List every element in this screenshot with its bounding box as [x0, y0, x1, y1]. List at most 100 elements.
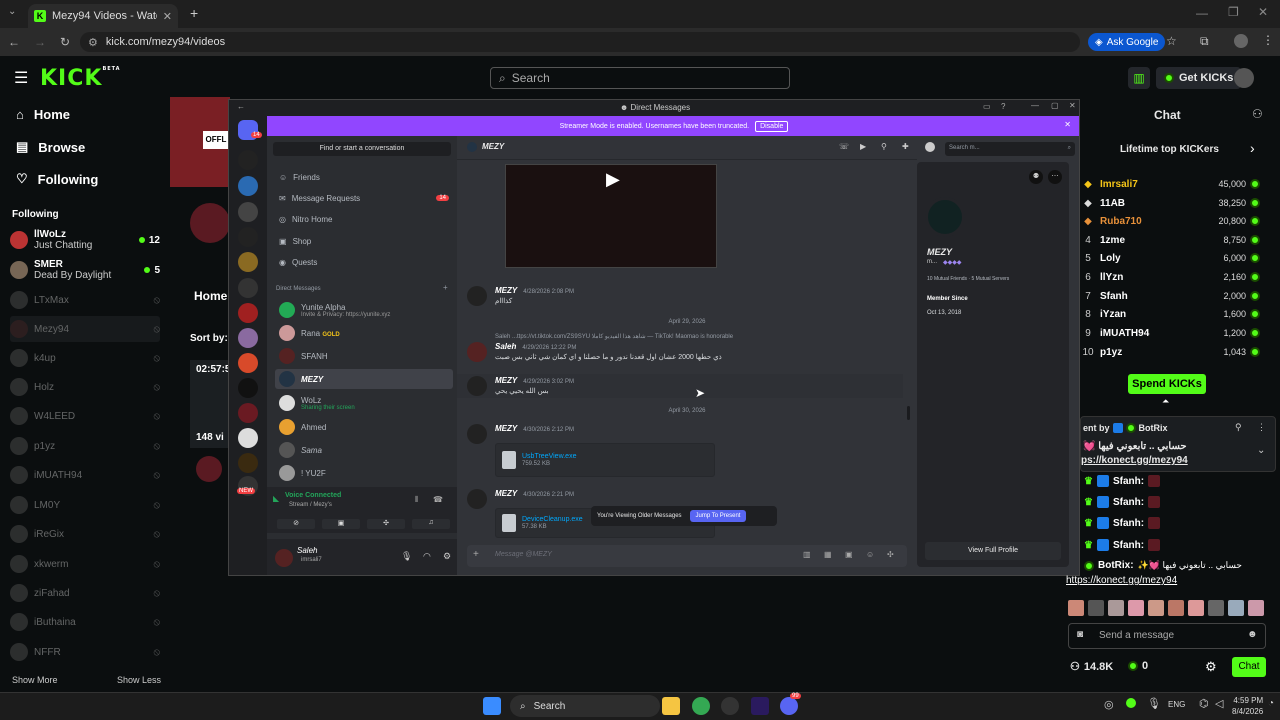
- following-item[interactable]: SMER Dead By Daylight 5: [10, 257, 160, 283]
- bookmark-star-icon[interactable]: ☆: [1166, 34, 1177, 48]
- mutual-friends[interactable]: 10 Mutual Friends · 5 Mutual Servers: [927, 276, 1009, 282]
- chat-user[interactable]: Sfanh:: [1113, 540, 1144, 551]
- chat-user[interactable]: Sfanh:: [1113, 476, 1144, 487]
- microphone-icon[interactable]: 🎙: [1147, 697, 1161, 710]
- leaderboard-row[interactable]: ◆ 11AB 38,250: [1080, 194, 1260, 212]
- leaderboard-row[interactable]: 9 iMUATH94 1,200: [1080, 324, 1260, 342]
- spend-kicks-button[interactable]: Spend KICKs: [1128, 374, 1206, 394]
- dm-item[interactable]: Rana GOLD: [275, 323, 453, 343]
- address-bar[interactable]: ⚙ kick.com/mezy94/videos: [80, 32, 1080, 52]
- user-avatar[interactable]: [1234, 68, 1254, 88]
- server-icon[interactable]: [238, 303, 258, 323]
- dm-item[interactable]: SFANH: [275, 346, 453, 366]
- disconnect-icon[interactable]: ☎: [433, 495, 443, 504]
- following-item-offline[interactable]: LM0Y ⦸: [10, 492, 160, 518]
- bot-link[interactable]: https://konect.gg/mezy94: [1066, 575, 1177, 586]
- server-icon[interactable]: [238, 278, 258, 298]
- camera-off-button[interactable]: ⊘: [277, 519, 315, 529]
- following-item-offline[interactable]: iReGix ⦸: [10, 521, 160, 547]
- server-icon[interactable]: [238, 150, 258, 170]
- gift-icon[interactable]: ▥: [803, 550, 811, 559]
- emote-icon[interactable]: [1068, 600, 1084, 616]
- tab-list-icon[interactable]: ⌄: [8, 6, 16, 17]
- app-icon[interactable]: [721, 697, 739, 715]
- user-avatar[interactable]: [275, 549, 293, 567]
- server-icon[interactable]: [238, 403, 258, 423]
- chat-user[interactable]: Sfanh:: [1113, 518, 1144, 529]
- file-name[interactable]: UsbTreeView.exe: [522, 453, 576, 460]
- browser-menu-icon[interactable]: ⋮: [1262, 33, 1274, 47]
- dm-item-selected[interactable]: MEZY: [275, 369, 453, 389]
- profile-toggle-icon[interactable]: [925, 142, 935, 152]
- discord-taskbar-icon[interactable]: [780, 697, 798, 715]
- emote-icon[interactable]: [1188, 600, 1204, 616]
- nitro-home-item[interactable]: ◎ Nitro Home: [275, 209, 453, 229]
- video-thumbnail[interactable]: 02:57:5 148 vi: [190, 360, 230, 448]
- screen-share-button[interactable]: ▣: [322, 519, 360, 529]
- kick-search-input[interactable]: ⌕ Search: [490, 67, 790, 89]
- restore-icon[interactable]: ❐: [1228, 5, 1239, 19]
- friends-item[interactable]: ☺ Friends: [275, 167, 453, 187]
- forward-icon[interactable]: →: [34, 35, 46, 49]
- discord-minimize-icon[interactable]: —: [1031, 101, 1039, 110]
- tray-app-icon[interactable]: [1126, 698, 1136, 708]
- discord-close-icon[interactable]: ✕: [1069, 101, 1076, 110]
- server-icon[interactable]: [238, 328, 258, 348]
- minimize-icon[interactable]: —: [1196, 6, 1208, 20]
- get-kicks-button[interactable]: Get KICKs: [1156, 67, 1242, 89]
- following-item-offline[interactable]: W4LEED ⦸: [10, 403, 160, 429]
- pin-icon[interactable]: ⚲: [1235, 422, 1242, 433]
- add-friend-icon[interactable]: ⚉: [1029, 170, 1043, 184]
- more-options-icon[interactable]: ⋮: [1257, 422, 1266, 433]
- mic-icon[interactable]: 🎙: [401, 551, 412, 562]
- emote-icon[interactable]: [1208, 600, 1224, 616]
- server-icon[interactable]: [238, 176, 258, 196]
- chat-user[interactable]: BotRix:: [1098, 560, 1134, 571]
- server-icon[interactable]: [238, 202, 258, 222]
- apps-icon[interactable]: ✣: [887, 550, 894, 559]
- close-window-icon[interactable]: ✕: [1258, 5, 1268, 19]
- emote-icon[interactable]: [1228, 600, 1244, 616]
- chat-scrollbar[interactable]: [907, 406, 910, 420]
- emote-icon[interactable]: [1148, 600, 1164, 616]
- discord-back-icon[interactable]: ←: [237, 102, 245, 111]
- soundboard-button[interactable]: ♫: [412, 519, 450, 529]
- sticker-icon[interactable]: ▣: [845, 550, 853, 559]
- add-friends-icon[interactable]: ✚: [902, 142, 909, 151]
- find-conversation-input[interactable]: Find or start a conversation: [273, 142, 451, 156]
- server-icon[interactable]: [238, 353, 258, 373]
- leaderboard-row[interactable]: ◆ Ruba710 20,800: [1080, 212, 1260, 230]
- language-indicator[interactable]: ENG: [1168, 700, 1185, 709]
- server-icon[interactable]: [238, 453, 258, 473]
- following-item-offline[interactable]: k4up ⦸: [10, 345, 160, 371]
- chrome-icon[interactable]: [692, 697, 710, 715]
- add-attachment-icon[interactable]: +: [473, 549, 479, 560]
- server-icon[interactable]: [238, 428, 258, 448]
- dm-search-input[interactable]: Search m... ⌕: [945, 142, 1075, 156]
- noise-suppression-icon[interactable]: ⦀: [415, 495, 419, 505]
- site-info-icon[interactable]: ⚙: [88, 36, 98, 49]
- reload-icon[interactable]: ↻: [60, 35, 70, 49]
- chat-settings-icon[interactable]: ⚙: [1205, 659, 1217, 675]
- dm-item[interactable]: WoLz Sharing their screen: [275, 393, 453, 413]
- discord-help-icon[interactable]: ?: [1001, 102, 1005, 111]
- pin-icon[interactable]: ⚲: [881, 142, 887, 151]
- collapse-arrow-icon[interactable]: ⏶: [1162, 396, 1169, 407]
- discord-inbox-icon[interactable]: ▭: [983, 102, 991, 111]
- server-icon[interactable]: [238, 378, 258, 398]
- clock[interactable]: 4:59 PM 8/4/2026: [1232, 695, 1263, 717]
- kick-store-icon[interactable]: ▥: [1128, 67, 1150, 89]
- chat-send-button[interactable]: Chat: [1232, 657, 1266, 677]
- new-tab-icon[interactable]: +: [190, 5, 198, 21]
- message-requests-item[interactable]: ✉ Message Requests 14: [275, 188, 453, 208]
- pinned-link[interactable]: ps://konect.gg/mezy94: [1081, 455, 1188, 466]
- chat-user[interactable]: Sfanh:: [1113, 497, 1144, 508]
- play-icon[interactable]: ▶: [606, 169, 620, 190]
- following-item[interactable]: llWoLz Just Chatting 12: [10, 227, 160, 253]
- leaderboard-row[interactable]: 10 p1yz 1,043: [1080, 343, 1260, 361]
- dm-item[interactable]: Sama: [275, 440, 453, 460]
- emote-icon[interactable]: [1108, 600, 1124, 616]
- file-name[interactable]: DeviceCleanup.exe: [522, 516, 583, 523]
- nav-browse[interactable]: ▤ Browse: [16, 139, 85, 155]
- extensions-icon[interactable]: ⧉: [1200, 34, 1209, 49]
